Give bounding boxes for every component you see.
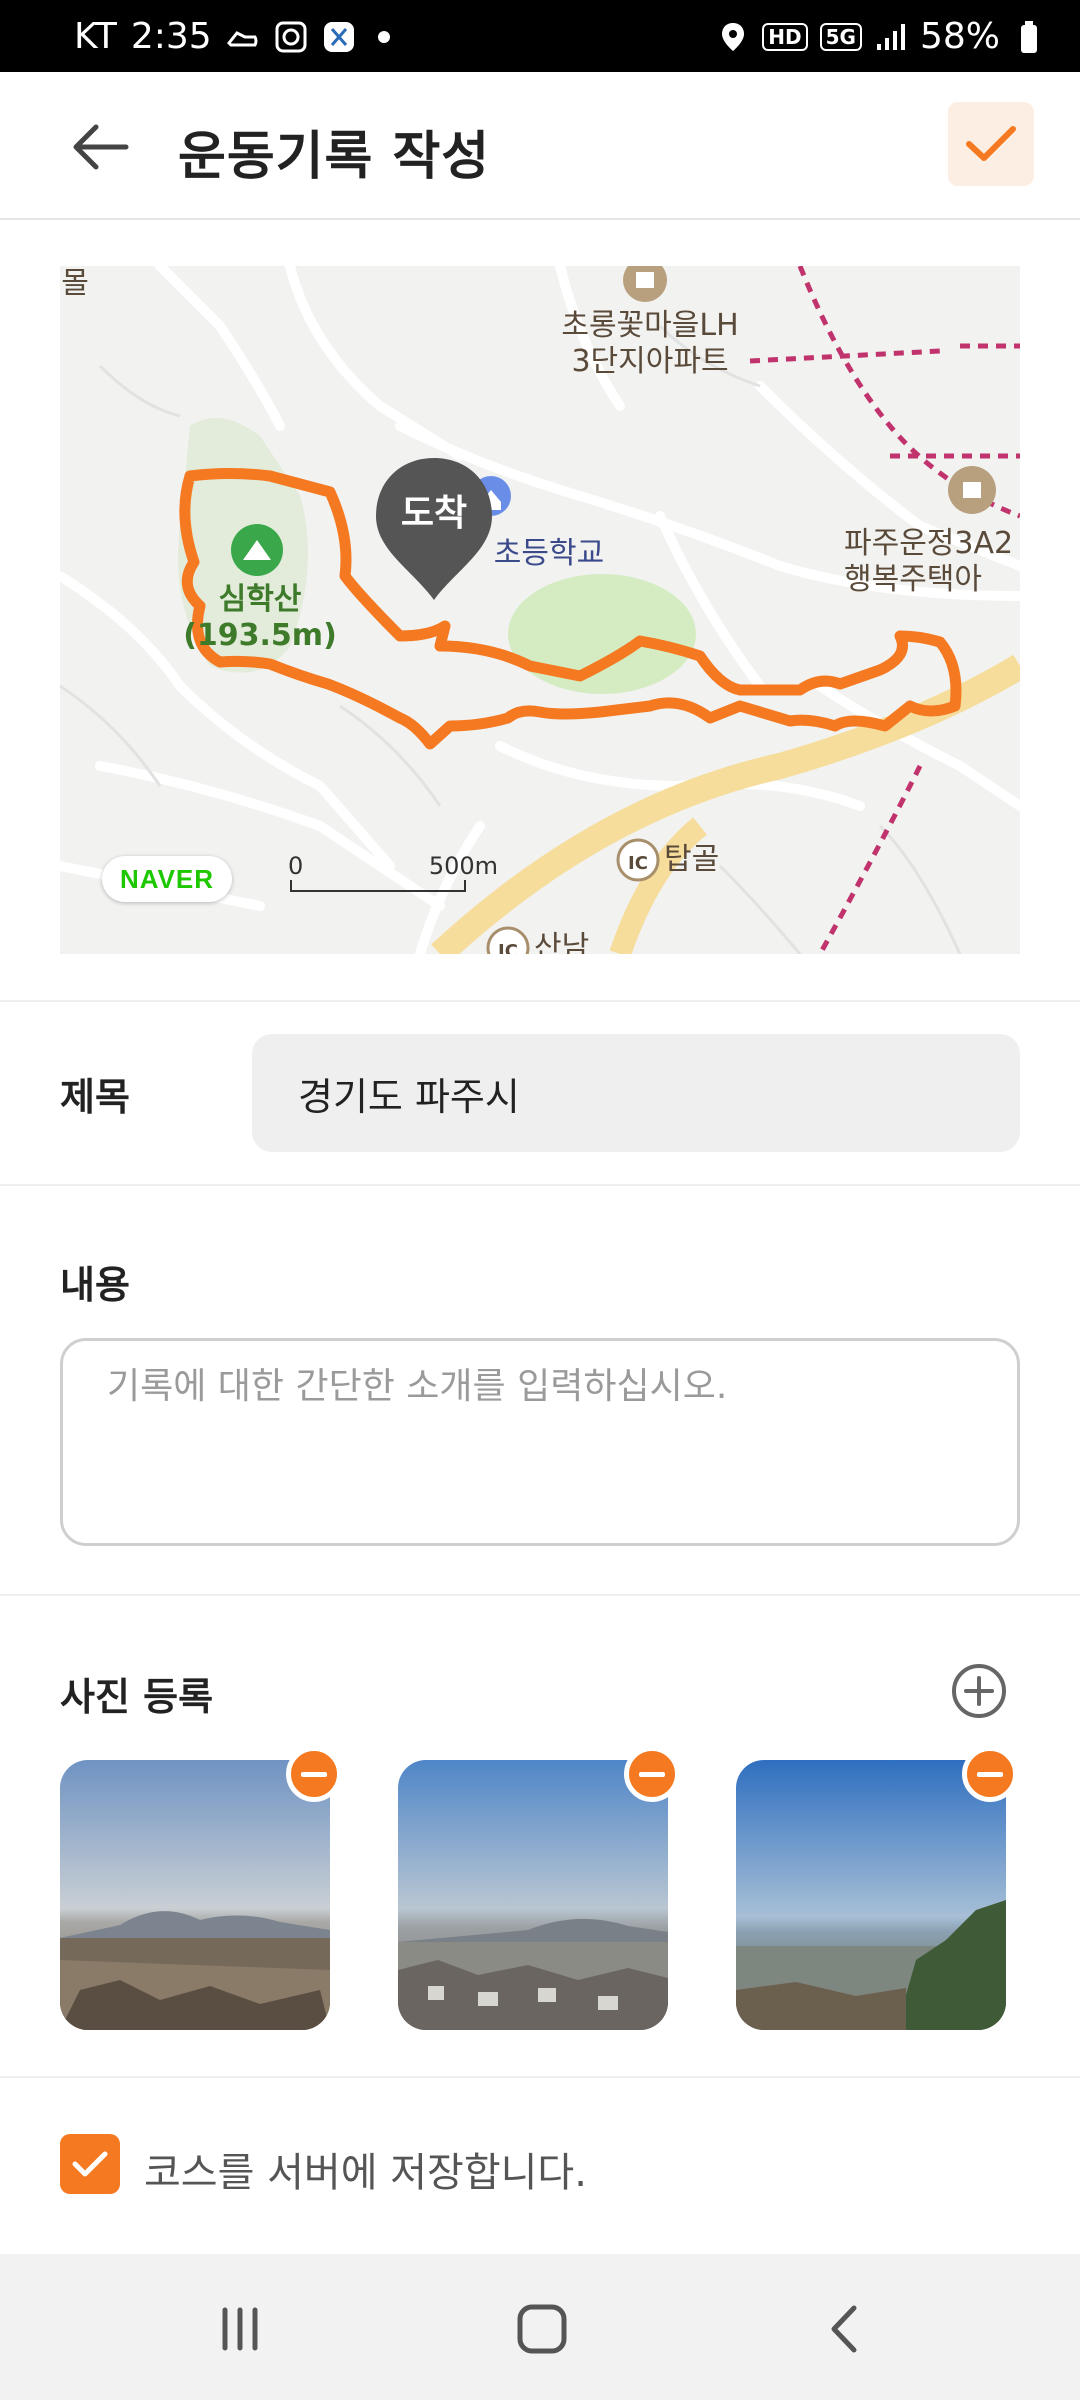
divider: [0, 1000, 1080, 1002]
content-label: 내용: [60, 1263, 130, 1307]
save-course-checkbox[interactable]: [60, 2134, 120, 2194]
x-app-icon: [322, 20, 356, 54]
divider: [0, 1594, 1080, 1596]
photo-thumbnail-1[interactable]: [60, 1760, 330, 2030]
app-bar: 운동기록 작성: [0, 72, 1080, 220]
back-button[interactable]: [60, 112, 140, 182]
carrier-label: KT: [74, 16, 117, 57]
title-input[interactable]: 경기도 파주시: [252, 1034, 1020, 1152]
battery-percent: 58%: [919, 16, 1000, 57]
naver-logo: NAVER: [102, 856, 232, 902]
remove-photo-2-button[interactable]: [624, 1746, 680, 1802]
checkmark-icon: [72, 2151, 108, 2177]
content-placeholder: 기록에 대한 간단한 소개를 입력하십시오.: [107, 1366, 728, 1407]
divider: [0, 1184, 1080, 1186]
map-label-tapgol: 탑골: [664, 842, 720, 877]
map-label-top-left: 몰: [61, 266, 89, 301]
running-shoe-icon: [226, 20, 260, 54]
map-label-sannam: 산남: [534, 930, 590, 954]
content-textarea[interactable]: 기록에 대한 간단한 소개를 입력하십시오.: [60, 1338, 1020, 1546]
back-chevron-icon: [831, 2305, 857, 2353]
remove-photo-3-button[interactable]: [962, 1746, 1018, 1802]
page-title: 운동기록 작성: [178, 127, 491, 187]
signal-strength-icon: [874, 20, 908, 54]
minus-icon: [301, 1771, 327, 1777]
status-bar: KT 2:35 HD 5G 58%: [0, 0, 1080, 72]
arrow-left-icon: [73, 124, 129, 170]
home-button[interactable]: [502, 2294, 582, 2364]
ic-badge-sannam: IC: [498, 941, 518, 954]
system-nav-bar: [0, 2254, 1080, 2400]
scale-bar: [290, 880, 466, 892]
checkmark-icon: [966, 126, 1016, 161]
compass-icon: [274, 20, 308, 54]
minus-icon: [639, 1771, 665, 1777]
map-label-apartment: 초롱꽃마을LH 3단지아파트: [561, 308, 739, 379]
arrival-pin[interactable]: 도착: [372, 454, 496, 600]
scale-max-label: 500m: [428, 852, 498, 880]
add-photo-button[interactable]: [950, 1662, 1008, 1720]
notification-dot-icon: [377, 30, 390, 43]
photo-thumbnail-3[interactable]: [736, 1760, 1006, 2030]
arrival-pin-label: 도착: [400, 493, 468, 534]
home-icon: [517, 2304, 567, 2354]
scale-zero-label: 0: [288, 852, 304, 880]
photos-label: 사진 등록: [60, 1675, 214, 1719]
map-label-mountain: 심학산 (193.5m): [183, 582, 337, 653]
remove-photo-1-button[interactable]: [286, 1746, 342, 1802]
route-map[interactable]: 몰 초롱꽃마을LH 3단지아파트 초등학교 심학산 (193.5m) 파주운정3…: [60, 266, 1020, 954]
location-icon: [716, 20, 750, 54]
network-type-icon: 5G: [819, 22, 862, 51]
ic-badge-tapgol: IC: [628, 853, 648, 874]
divider: [0, 2076, 1080, 2078]
time-label: 2:35: [130, 16, 212, 57]
recent-apps-button[interactable]: [200, 2294, 280, 2364]
save-course-label[interactable]: 코스를 서버에 저장합니다.: [144, 2140, 587, 2198]
map-label-apartment-right: 파주운정3A2 행복주택아: [844, 526, 1014, 597]
minus-icon: [977, 1771, 1003, 1777]
system-back-button[interactable]: [804, 2294, 884, 2364]
map-scale: 0 500m: [288, 852, 498, 892]
battery-icon: [1012, 20, 1046, 54]
confirm-button[interactable]: [948, 102, 1034, 186]
photo-thumbnail-2[interactable]: [398, 1760, 668, 2030]
plus-circle-icon: [952, 1664, 1006, 1718]
hd-voice-icon: HD: [762, 22, 808, 51]
title-label: 제목: [60, 1075, 130, 1119]
recent-apps-icon: [222, 2307, 258, 2351]
